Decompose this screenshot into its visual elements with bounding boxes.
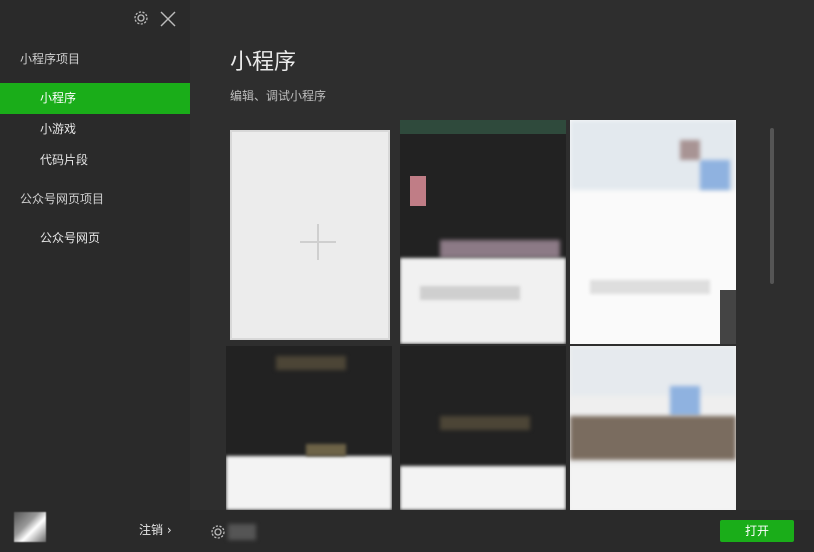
main-panel: 小程序 编辑、调试小程序 打开: [190, 0, 814, 552]
scrollbar[interactable]: [770, 128, 774, 284]
plus-icon: [300, 224, 336, 260]
page-subtitle: 编辑、调试小程序: [230, 89, 327, 103]
section-label-miniprogram-projects: 小程序项目: [20, 52, 81, 66]
page-title: 小程序: [230, 50, 297, 75]
section-label-official-account-projects: 公众号网页项目: [20, 192, 105, 206]
sidebar-item-code-snippet[interactable]: 代码片段: [0, 145, 190, 176]
project-thumbnail[interactable]: [226, 346, 392, 510]
sidebar: 小程序项目 小程序 小游戏 代码片段 公众号网页项目 公众号网页 注销 ›: [0, 0, 190, 552]
blurred-content: [228, 524, 256, 540]
project-thumbnail[interactable]: [400, 346, 566, 510]
gear-icon[interactable]: [133, 10, 149, 26]
new-project-card[interactable]: [230, 130, 390, 340]
gear-icon[interactable]: [210, 524, 226, 540]
project-grid: [226, 118, 746, 510]
project-thumbnail[interactable]: [400, 120, 566, 344]
sidebar-item-official-account-webpage[interactable]: 公众号网页: [0, 223, 190, 254]
logout-link[interactable]: 注销 ›: [139, 521, 172, 538]
project-thumbnail[interactable]: [570, 120, 736, 344]
avatar: [14, 512, 46, 542]
project-thumbnail[interactable]: [570, 346, 736, 510]
bottom-bar: 打开: [190, 510, 814, 552]
close-icon[interactable]: [159, 10, 177, 28]
open-button[interactable]: 打开: [720, 520, 794, 542]
sidebar-item-miniprogram[interactable]: 小程序: [0, 83, 190, 114]
sidebar-item-minigame[interactable]: 小游戏: [0, 114, 190, 145]
